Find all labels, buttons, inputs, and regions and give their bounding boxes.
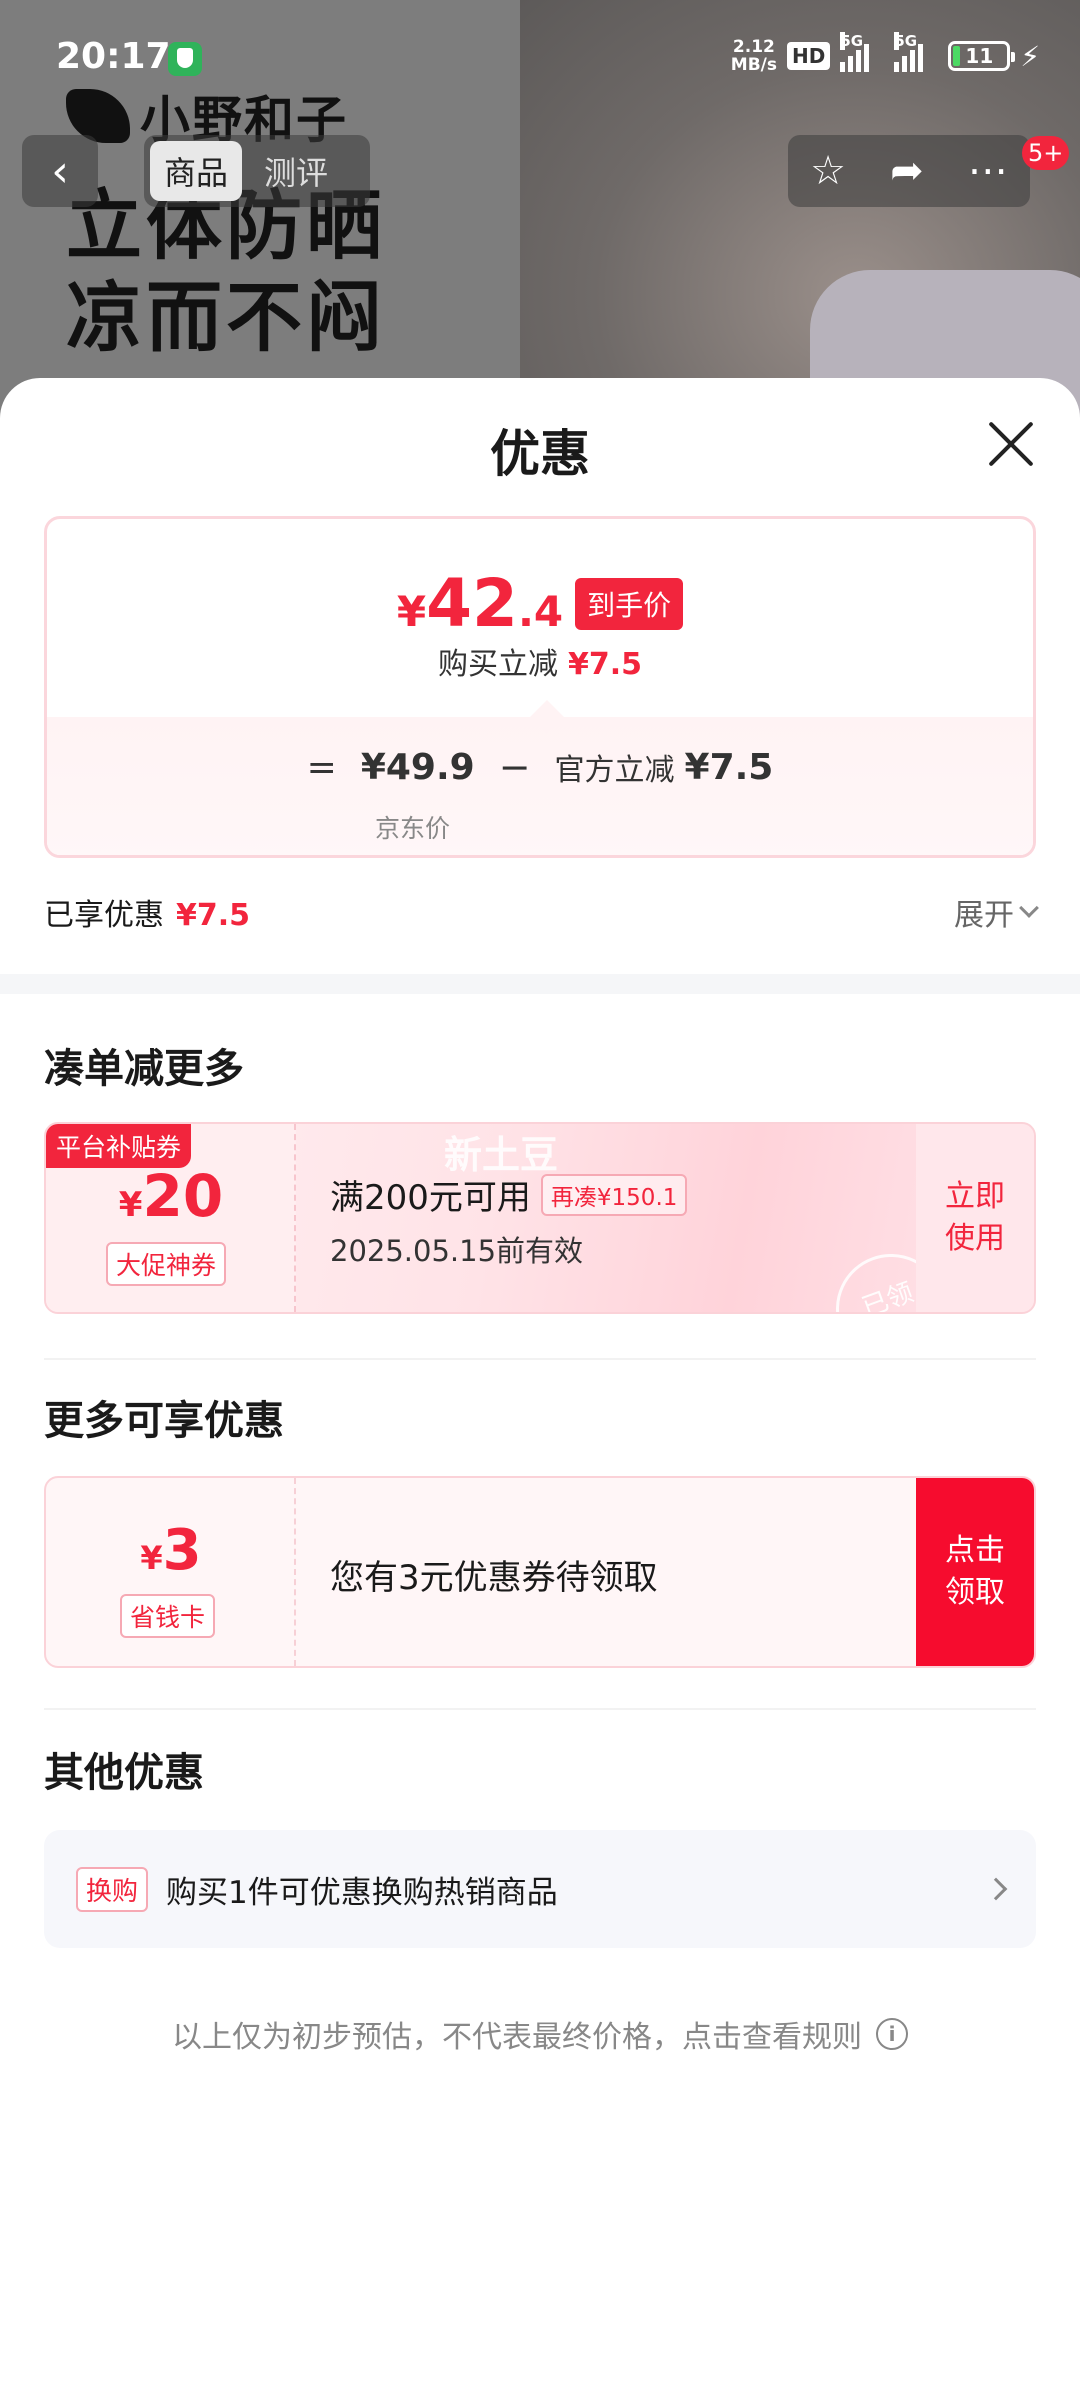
instant-discount-amount: ¥7.5 [567,647,643,682]
shield-icon [168,42,202,76]
expand-button[interactable]: 展开 [954,890,1039,934]
hd-icon: HD [786,42,831,70]
use-now-button[interactable]: 立即使用 [916,1124,1034,1312]
formula-row: = ¥49.9 − 官方立减 ¥7.5 [47,745,1033,789]
nav-tabs: 商品 测评 [144,135,370,207]
signal-icon-2: 5G [894,32,938,72]
trade-in-text: 购买1件可优惠换购热销商品 [166,1874,558,1911]
price-card: ¥ 42 .4 到手价 购买立减 ¥7.5 = ¥49.9 − 官方立减 ¥7.5… [44,516,1036,858]
divider [44,1708,1036,1710]
coupon-value-panel: 平台补贴券 ¥20 大促神券 [46,1124,296,1312]
price-integer: 42 [426,565,518,642]
official-discount-label: 官方立减 [554,753,675,788]
charging-icon: ⚡ [1020,39,1040,73]
star-icon[interactable]: ☆ [810,148,846,194]
close-icon[interactable] [985,418,1037,470]
discount-sheet: 优惠 ¥ 42 .4 到手价 购买立减 ¥7.5 = ¥49.9 − 官方立减 ¥… [0,378,1080,2400]
price-currency: ¥ [396,587,427,636]
final-price-badge: 到手价 [575,577,684,630]
status-time: 20:17 [56,36,171,77]
enjoyed-discount: 已享优惠 ¥7.5 [44,890,250,934]
signal-label: 5G [840,32,864,50]
chevron-left-icon: ‹ [51,145,69,197]
nav-actions: ☆ ➦ ⋯ [788,135,1030,207]
coupon-amount-value: 20 [142,1162,224,1230]
coupon-condition-text: 满200元可用 [330,1178,531,1218]
coupon-type: 大促神券 [106,1242,227,1286]
section-title-other: 其他优惠 [44,1750,204,1796]
enjoyed-discount-row: 已享优惠 ¥7.5 展开 [44,890,1039,934]
price-formula: = ¥49.9 − 官方立减 ¥7.5 京东价 [47,717,1033,855]
coupon-currency: ¥ [140,1539,163,1577]
share-icon[interactable]: ➦ [890,148,924,194]
status-indicators: 2.12 MB/s HD 5G 5G 11 ⚡ [731,32,1040,74]
coupon-type: 省钱卡 [120,1594,216,1638]
network-speed: 2.12 MB/s [731,38,777,74]
coupon-amount-value: 3 [162,1518,202,1583]
product-slogan: 立体防晒 凉而不闷 [66,180,386,364]
final-price: ¥ 42 .4 到手价 [47,565,1033,642]
tab-product[interactable]: 商品 [150,141,243,201]
price-decimal: .4 [517,587,564,636]
section-title-combine: 凑单减更多 [44,1046,244,1092]
trade-in-tag: 换购 [76,1866,149,1912]
battery-level: 11 [965,44,994,68]
tab-review[interactable]: 测评 [250,141,342,201]
coupon-amount: ¥3 [46,1518,296,1583]
coupon-value-panel: ¥3 省钱卡 [46,1478,296,1666]
minus-sign: − [498,745,531,789]
coupon-currency: ¥ [118,1185,143,1225]
trade-in-row[interactable]: 换购 购买1件可优惠换购热销商品 [44,1830,1036,1948]
coupon-description: 您有3元优惠券待领取 [330,1558,658,1598]
coupon-need-more: 再凑¥150.1 [540,1173,688,1216]
divider [44,1358,1036,1360]
jd-price-label: 京东价 [375,814,451,843]
instant-discount-label: 购买立减 [437,647,558,682]
instant-discount: 购买立减 ¥7.5 [47,639,1033,683]
claim-button[interactable]: 点击领取 [916,1478,1034,1666]
platform-coupon: 平台补贴券 ¥20 大促神券 新土豆 满200元可用 再凑¥150.1 2025… [44,1122,1036,1314]
more-icon[interactable]: ⋯ [968,148,1008,194]
message-badge: 5+ [1022,136,1070,170]
enjoyed-amount: ¥7.5 [176,898,251,933]
enjoyed-label: 已享优惠 [44,898,164,933]
coupon-expiry: 2025.05.15前有效 [330,1234,584,1268]
coupon-amount: ¥20 [46,1162,296,1230]
battery-icon: 11 [948,41,1016,71]
network-speed-unit: MB/s [730,55,777,75]
disclaimer[interactable]: 以上仅为初步预估，不代表最终价格，点击查看规则 i [0,2012,1080,2056]
coupon-condition: 满200元可用 再凑¥150.1 [330,1170,688,1219]
jd-price: ¥49.9 [360,746,475,788]
status-bar: 20:17 2.12 MB/s HD 5G 5G 11 ⚡ [0,0,1080,120]
sheet-title: 优惠 [490,425,590,483]
chevron-right-icon [984,1877,1008,1901]
slogan-line-2: 凉而不闷 [66,273,386,362]
info-icon[interactable]: i [876,2018,908,2050]
equals-sign: = [306,746,337,788]
section-divider [0,974,1080,994]
chevron-down-icon [1019,898,1039,918]
official-discount-amount: ¥7.5 [684,746,774,788]
expand-label: 展开 [954,898,1014,933]
savings-card-coupon: ¥3 省钱卡 您有3元优惠券待领取 点击领取 [44,1476,1036,1668]
signal-icon: 5G [840,32,884,72]
back-button[interactable]: ‹ [22,135,98,207]
disclaimer-text: 以上仅为初步预估，不代表最终价格，点击查看规则 [172,2020,862,2055]
section-title-more: 更多可享优惠 [44,1398,284,1444]
network-speed-value: 2.12 [732,37,775,57]
signal-label-2: 5G [894,32,918,50]
